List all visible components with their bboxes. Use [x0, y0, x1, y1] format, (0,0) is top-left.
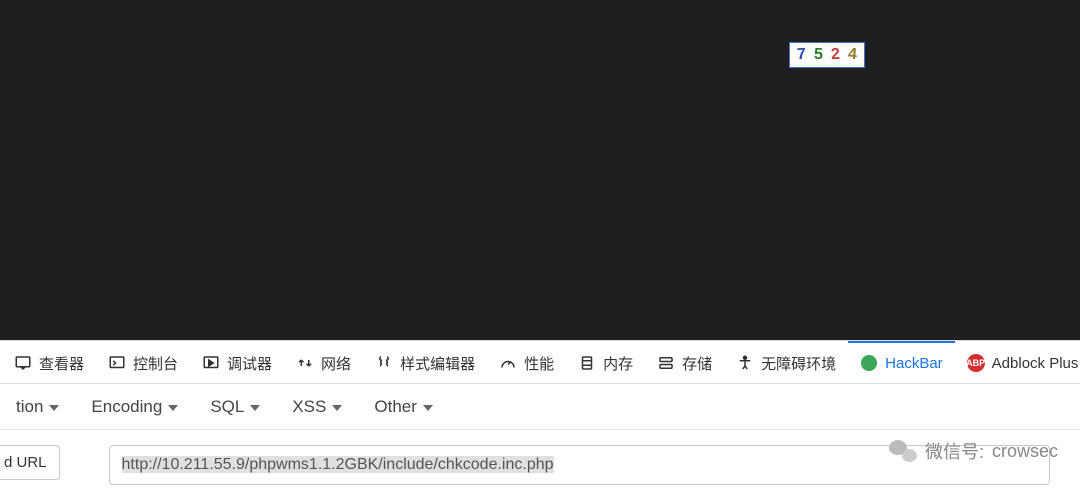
tab-label: HackBar — [885, 355, 943, 372]
url-input[interactable]: http://10.211.55.9/phpwms1.1.2GBK/includ… — [109, 445, 1050, 485]
network-icon — [296, 354, 314, 372]
performance-icon — [499, 354, 517, 372]
chevron-down-icon — [332, 405, 342, 411]
storage-icon — [657, 354, 675, 372]
captcha-digit: 2 — [830, 46, 841, 64]
hackbar-icon — [860, 354, 878, 372]
captcha-image: 7 5 2 4 — [789, 42, 865, 68]
tab-memory[interactable]: 内存 — [566, 341, 645, 383]
tab-hackbar[interactable]: HackBar — [848, 341, 955, 383]
chevron-down-icon — [423, 405, 433, 411]
style-icon — [375, 354, 393, 372]
menu-label: tion — [16, 397, 43, 417]
tab-label: 内存 — [603, 353, 633, 374]
tab-label: 控制台 — [133, 353, 178, 374]
captcha-digit: 4 — [847, 46, 858, 65]
tab-label: 查看器 — [39, 353, 84, 374]
menu-label: SQL — [210, 397, 244, 417]
tab-performance[interactable]: 性能 — [487, 341, 566, 383]
chevron-down-icon — [49, 405, 59, 411]
inspector-icon — [14, 354, 32, 372]
tab-storage[interactable]: 存储 — [645, 341, 724, 383]
menu-sql[interactable]: SQL — [194, 391, 276, 423]
chevron-down-icon — [250, 405, 260, 411]
tab-debugger[interactable]: 调试器 — [190, 341, 284, 383]
menu-action[interactable]: tion — [0, 391, 75, 423]
captcha-digit: 5 — [813, 46, 824, 64]
tab-console[interactable]: 控制台 — [96, 341, 190, 383]
accessibility-icon — [736, 354, 754, 372]
menu-encoding[interactable]: Encoding — [75, 391, 194, 423]
tab-network[interactable]: 网络 — [284, 341, 363, 383]
tab-label: 存储 — [682, 353, 712, 374]
tab-style-editor[interactable]: 样式编辑器 — [363, 341, 487, 383]
tab-accessibility[interactable]: 无障碍环境 — [724, 341, 848, 383]
hackbar-url-row: d URL http://10.211.55.9/phpwms1.1.2GBK/… — [0, 430, 1080, 485]
menu-label: XSS — [292, 397, 326, 417]
debugger-icon — [202, 354, 220, 372]
captcha-digit: 7 — [796, 46, 807, 64]
menu-label: Encoding — [91, 397, 162, 417]
page-viewport: 7 5 2 4 — [0, 0, 1080, 340]
adblock-icon: ABP — [967, 354, 985, 372]
tab-label: 样式编辑器 — [400, 353, 475, 374]
button-label: d URL — [4, 454, 47, 471]
memory-icon — [578, 354, 596, 372]
console-icon — [108, 354, 126, 372]
tab-label: 调试器 — [227, 353, 272, 374]
tab-label: 网络 — [321, 353, 351, 374]
tab-label: Adblock Plus — [992, 355, 1079, 372]
menu-xss[interactable]: XSS — [276, 391, 358, 423]
tab-adblock-plus[interactable]: ABP Adblock Plus — [955, 341, 1080, 383]
tab-label: 性能 — [524, 353, 554, 374]
url-value: http://10.211.55.9/phpwms1.1.2GBK/includ… — [122, 456, 554, 473]
menu-label: Other — [374, 397, 417, 417]
devtools-tab-bar: 查看器 控制台 调试器 网络 样式编辑器 性能 内存 — [0, 340, 1080, 384]
load-url-button[interactable]: d URL — [0, 445, 60, 480]
menu-other[interactable]: Other — [358, 391, 449, 423]
hackbar-menu-bar: tion Encoding SQL XSS Other — [0, 384, 1080, 430]
tab-label: 无障碍环境 — [761, 353, 836, 374]
chevron-down-icon — [168, 405, 178, 411]
tab-inspector[interactable]: 查看器 — [2, 341, 96, 383]
